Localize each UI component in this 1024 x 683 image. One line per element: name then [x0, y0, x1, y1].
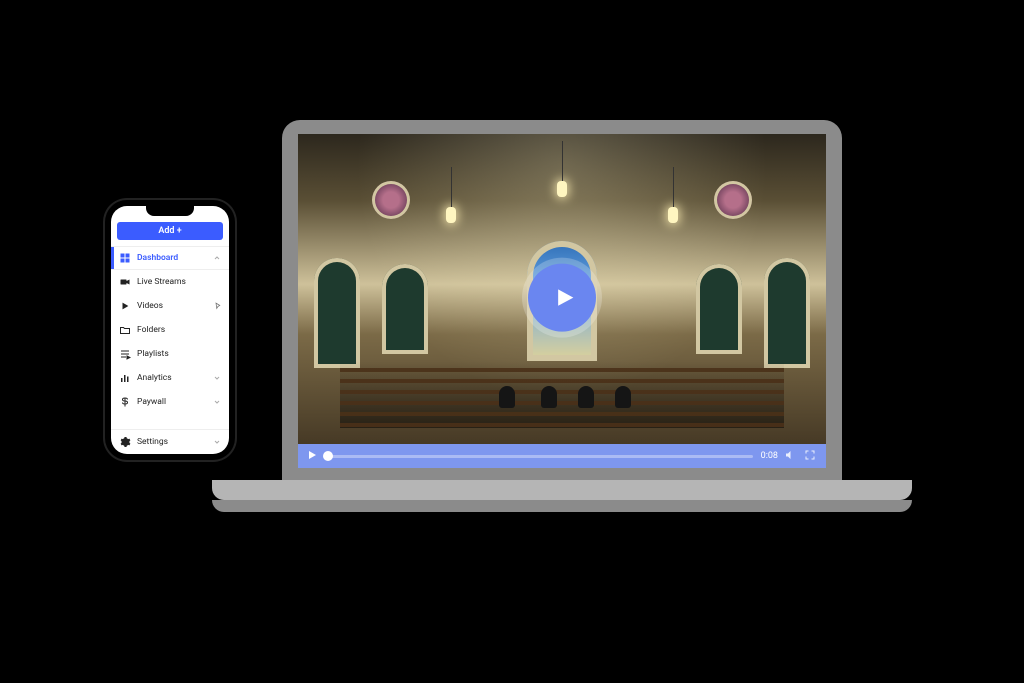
rose-window-decor: [372, 181, 410, 219]
laptop-base: [212, 480, 912, 500]
cursor-icon: [213, 302, 221, 310]
lamp-decor: [557, 181, 567, 197]
sidebar-item-folders[interactable]: Folders: [111, 318, 229, 342]
sidebar-item-playlists[interactable]: Playlists: [111, 342, 229, 366]
person-silhouette: [499, 386, 515, 408]
play-button[interactable]: [528, 264, 596, 332]
playlist-icon: [119, 348, 131, 360]
phone-screen: Add + Dashboard Live Streams: [111, 206, 229, 454]
sidebar-item-label: Videos: [137, 301, 163, 311]
laptop-device-frame: 0:08: [282, 120, 912, 500]
person-silhouette: [615, 386, 631, 408]
sidebar-item-videos[interactable]: Videos: [111, 294, 229, 318]
sidebar-item-settings[interactable]: Settings: [111, 430, 229, 454]
person-silhouette: [578, 386, 594, 408]
sidebar-item-label: Dashboard: [137, 253, 178, 263]
chevron-up-icon: [213, 254, 221, 262]
progress-handle[interactable]: [323, 451, 333, 461]
sidebar-nav: Dashboard Live Streams Videos: [111, 246, 229, 454]
add-button[interactable]: Add +: [117, 222, 223, 240]
add-button-label: Add +: [158, 226, 181, 236]
play-icon: [550, 284, 578, 312]
sidebar-item-live-streams[interactable]: Live Streams: [111, 270, 229, 294]
sidebar-item-label: Folders: [137, 325, 165, 335]
arch-window-decor: [382, 264, 428, 354]
laptop-screen: 0:08: [298, 134, 826, 468]
sidebar-item-label: Analytics: [137, 373, 172, 383]
sidebar-item-label: Settings: [137, 437, 168, 447]
sidebar-item-paywall[interactable]: Paywall: [111, 390, 229, 414]
sidebar-item-analytics[interactable]: Analytics: [111, 366, 229, 390]
gear-icon: [119, 436, 131, 448]
fullscreen-icon[interactable]: [804, 449, 818, 464]
arch-window-decor: [696, 264, 742, 354]
chevron-down-icon: [213, 374, 221, 382]
person-silhouette: [541, 386, 557, 408]
progress-track[interactable]: [324, 455, 753, 458]
phone-device-frame: Add + Dashboard Live Streams: [105, 200, 235, 460]
dollar-icon: [119, 396, 131, 408]
sidebar-item-label: Playlists: [137, 349, 169, 359]
analytics-icon: [119, 372, 131, 384]
sidebar-item-dashboard[interactable]: Dashboard: [111, 246, 229, 270]
phone-notch: [146, 206, 194, 216]
player-play-button[interactable]: [306, 449, 318, 464]
dashboard-icon: [119, 252, 131, 264]
sidebar-item-label: Paywall: [137, 397, 166, 407]
video-player-bar: 0:08: [298, 444, 826, 468]
lamp-decor: [668, 207, 678, 223]
rose-window-decor: [714, 181, 752, 219]
pews-decor: [340, 361, 784, 428]
arch-window-decor: [764, 258, 810, 368]
play-icon: [119, 300, 131, 312]
lamp-decor: [446, 207, 456, 223]
camera-icon: [119, 276, 131, 288]
arch-window-decor: [314, 258, 360, 368]
laptop-lid: 0:08: [282, 120, 842, 480]
folder-icon: [119, 324, 131, 336]
chevron-down-icon: [213, 438, 221, 446]
sidebar-item-label: Live Streams: [137, 277, 186, 287]
player-time: 0:08: [761, 451, 778, 461]
chevron-down-icon: [213, 398, 221, 406]
volume-icon[interactable]: [784, 449, 798, 464]
